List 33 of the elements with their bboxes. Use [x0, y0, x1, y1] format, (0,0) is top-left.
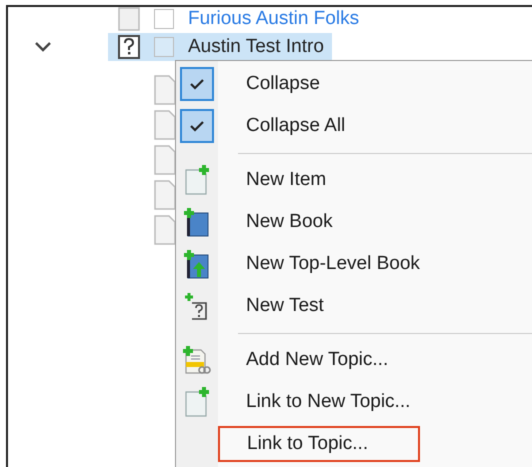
tree-item-label[interactable]: Furious Austin Folks [188, 8, 360, 30]
menu-item[interactable]: New Book [176, 201, 532, 243]
menu-item[interactable]: New Top-Level Book [176, 243, 532, 285]
menu-item[interactable]: Link to Topic... [176, 423, 532, 465]
menu-item[interactable]: Collapse [176, 63, 532, 105]
book-plus-icon [184, 207, 210, 237]
page-plus-icon [184, 165, 210, 195]
menu-item[interactable]: New Item [176, 159, 532, 201]
question-box-icon [118, 35, 140, 59]
menu-item[interactable]: Add New Topic... [176, 339, 532, 381]
menu-item-label: New Book [246, 211, 333, 233]
tree-item-label[interactable]: Austin Test Intro [188, 36, 324, 58]
menu-item-label: Collapse All [246, 115, 346, 137]
checkbox[interactable] [154, 9, 174, 29]
page-plus-icon [184, 387, 210, 417]
menu-item-label: Link to New Topic... [246, 391, 410, 413]
question-plus-icon [184, 291, 210, 321]
document-link-icon [183, 345, 211, 375]
tree-row[interactable]: Austin Test Intro [108, 33, 332, 61]
menu-item-label: New Item [246, 169, 326, 191]
menu-item[interactable]: Link to New Topic... [176, 381, 532, 423]
menu-item[interactable]: Collapse All [176, 105, 532, 147]
menu-item-label: New Top-Level Book [246, 253, 420, 275]
page-icon [118, 7, 140, 31]
menu-item-label: Link to Topic... [218, 426, 420, 462]
book-arrow-up-icon [184, 249, 210, 279]
tree-row[interactable]: Furious Austin Folks [108, 7, 368, 31]
chevron-down-icon[interactable] [34, 41, 52, 53]
checkbox[interactable] [154, 37, 174, 57]
menu-item-label: Collapse [246, 73, 320, 95]
menu-item[interactable]: New Test [176, 285, 532, 327]
menu-item-label: New Test [246, 295, 324, 317]
menu-item-label: Add New Topic... [246, 349, 388, 371]
